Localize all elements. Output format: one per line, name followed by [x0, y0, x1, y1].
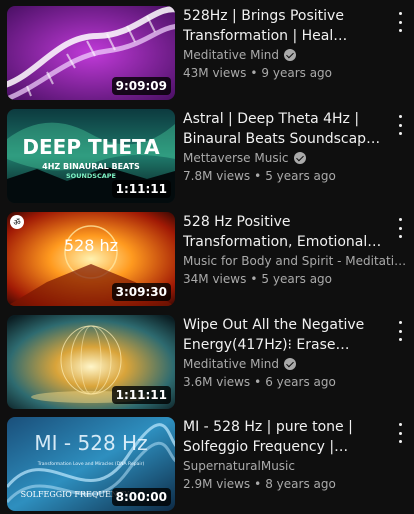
video-thumbnail[interactable]: 9:09:09	[7, 6, 175, 100]
verified-check-icon	[284, 358, 296, 370]
view-count: 2.9M views	[183, 477, 251, 491]
video-list: 9:09:09 528Hz | Brings Positive Transfor…	[0, 0, 414, 514]
video-title[interactable]: Wipe Out All the Negative Energy(417Hz)⁝…	[183, 315, 383, 355]
thumb-title-text: 528 hz	[64, 236, 118, 255]
channel-name[interactable]: SupernaturalMusic	[183, 457, 383, 475]
video-info: Astral | Deep Theta 4Hz | Binaural Beats…	[183, 109, 383, 185]
video-thumbnail[interactable]: DEEP THETA 4HZ BINAURAL BEATS SOUNDSCAPE…	[7, 109, 175, 203]
thumb-subtitle2-text: SOUNDSCAPE	[66, 172, 116, 180]
thumb-subtitle-text: 4HZ BINAURAL BEATS	[42, 162, 140, 171]
video-meta: 2.9M views • 8 years ago	[183, 477, 336, 491]
channel-name[interactable]: Music for Body and Spirit - Meditation M…	[183, 252, 409, 270]
video-info: 528 Hz Positive Transformation, Emotiona…	[183, 212, 409, 288]
view-count: 34M views	[183, 272, 247, 286]
thumb-title-text: MI - 528 Hz	[34, 431, 147, 455]
video-info: MI - 528 Hz | pure tone | Solfeggio Freq…	[183, 417, 383, 493]
more-options-icon[interactable]	[392, 218, 408, 238]
view-count: 43M views	[183, 66, 247, 80]
video-title[interactable]: 528Hz | Brings Positive Transformation |…	[183, 6, 383, 46]
channel-name[interactable]: Meditative Mind	[183, 355, 383, 373]
channel-label: Mettaverse Music	[183, 151, 289, 165]
channel-label: SupernaturalMusic	[183, 459, 295, 473]
upload-age: 9 years ago	[261, 66, 333, 80]
video-title[interactable]: 528 Hz Positive Transformation, Emotiona…	[183, 212, 383, 252]
channel-name[interactable]: Mettaverse Music	[183, 149, 383, 167]
video-item[interactable]: 9:09:09 528Hz | Brings Positive Transfor…	[0, 6, 414, 106]
video-meta: 34M views • 5 years ago	[183, 272, 333, 286]
thumb-subtitle-text: Transformation Love and Miracles (DNA Re…	[37, 461, 145, 467]
video-item[interactable]: 1:11:11 Wipe Out All the Negative Energy…	[0, 315, 414, 415]
video-meta: 43M views • 9 years ago	[183, 66, 333, 80]
more-options-icon[interactable]	[392, 12, 408, 32]
channel-label: Meditative Mind	[183, 357, 279, 371]
video-meta: 7.8M views • 5 years ago	[183, 169, 336, 183]
video-duration: 1:11:11	[111, 180, 171, 198]
video-duration: 9:09:09	[111, 77, 171, 95]
video-thumbnail[interactable]: 1:11:11	[7, 315, 175, 409]
view-count: 7.8M views	[183, 169, 251, 183]
svg-text:ॐ: ॐ	[13, 218, 20, 227]
video-info: Wipe Out All the Negative Energy(417Hz)⁝…	[183, 315, 383, 391]
more-options-icon[interactable]	[392, 115, 408, 135]
video-item[interactable]: DEEP THETA 4HZ BINAURAL BEATS SOUNDSCAPE…	[0, 109, 414, 209]
more-options-icon[interactable]	[392, 321, 408, 341]
video-item[interactable]: ॐ 528 hz 3:09:30 528 Hz Positive Transfo…	[0, 212, 414, 312]
video-duration: 3:09:30	[111, 283, 171, 301]
video-title[interactable]: MI - 528 Hz | pure tone | Solfeggio Freq…	[183, 417, 383, 457]
video-thumbnail[interactable]: MI - 528 Hz Transformation Love and Mira…	[7, 417, 175, 511]
channel-label: Music for Body and Spirit - Meditation M…	[183, 254, 409, 268]
upload-age: 8 years ago	[265, 477, 336, 491]
upload-age: 5 years ago	[261, 272, 333, 286]
upload-age: 6 years ago	[265, 375, 336, 389]
video-item[interactable]: MI - 528 Hz Transformation Love and Mira…	[0, 417, 414, 514]
verified-check-icon	[284, 49, 296, 61]
channel-name[interactable]: Meditative Mind	[183, 46, 383, 64]
channel-label: Meditative Mind	[183, 48, 279, 62]
video-meta: 3.6M views • 6 years ago	[183, 375, 336, 389]
video-title[interactable]: Astral | Deep Theta 4Hz | Binaural Beats…	[183, 109, 383, 149]
more-options-icon[interactable]	[392, 423, 408, 443]
video-duration: 8:00:00	[111, 488, 171, 506]
thumb-title-text: DEEP THETA	[22, 135, 160, 159]
view-count: 3.6M views	[183, 375, 251, 389]
video-info: 528Hz | Brings Positive Transformation |…	[183, 6, 383, 82]
verified-check-icon	[293, 152, 306, 164]
upload-age: 5 years ago	[265, 169, 336, 183]
video-duration: 1:11:11	[111, 386, 171, 404]
video-thumbnail[interactable]: ॐ 528 hz 3:09:30	[7, 212, 175, 306]
